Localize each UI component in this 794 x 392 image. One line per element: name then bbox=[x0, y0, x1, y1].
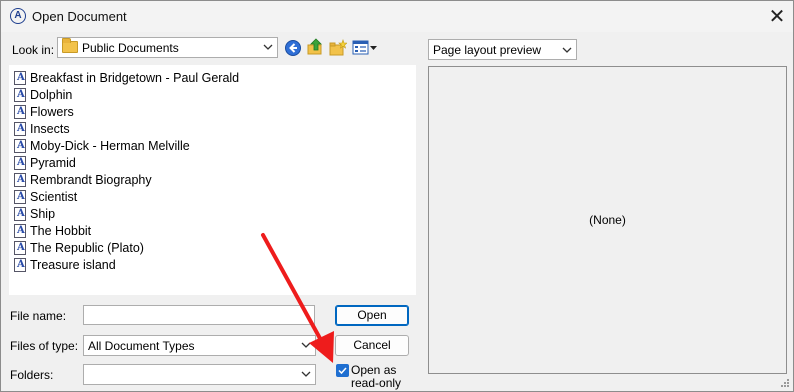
look-in-label: Look in: bbox=[12, 43, 55, 57]
document-icon bbox=[14, 105, 26, 119]
preview-pane: (None) bbox=[428, 66, 787, 374]
title-bar: A Open Document ✕ bbox=[1, 1, 793, 32]
up-folder-icon[interactable] bbox=[306, 38, 324, 56]
document-icon bbox=[14, 258, 26, 272]
file-name-text: Breakfast in Bridgetown - Paul Gerald bbox=[30, 71, 240, 85]
files-of-type-combobox[interactable]: All Document Types bbox=[83, 335, 316, 356]
open-button-label: Open bbox=[357, 308, 387, 322]
document-icon bbox=[14, 71, 26, 85]
file-list[interactable]: Breakfast in Bridgetown - Paul Gerald Dol… bbox=[9, 65, 416, 295]
preview-placeholder: (None) bbox=[589, 213, 626, 227]
chevron-down-icon[interactable] bbox=[301, 338, 311, 352]
folders-combobox[interactable] bbox=[83, 364, 316, 385]
file-name-text: Dolphin bbox=[30, 88, 73, 102]
chevron-down-icon[interactable] bbox=[301, 367, 311, 381]
read-only-label-line2: read-only bbox=[351, 376, 402, 390]
open-document-dialog: A Open Document ✕ Look in: Public Docume… bbox=[0, 0, 794, 392]
new-folder-icon[interactable] bbox=[329, 39, 347, 57]
cancel-button[interactable]: Cancel bbox=[335, 335, 409, 356]
chevron-down-icon[interactable] bbox=[562, 43, 572, 57]
app-icon: A bbox=[10, 8, 26, 24]
file-name-input[interactable] bbox=[83, 305, 315, 325]
preview-mode-value: Page layout preview bbox=[433, 43, 542, 57]
open-read-only-checkbox[interactable] bbox=[336, 364, 349, 377]
files-of-type-label: Files of type: bbox=[10, 339, 79, 353]
back-icon[interactable] bbox=[284, 39, 302, 57]
cancel-button-label: Cancel bbox=[353, 338, 391, 352]
dialog-title: Open Document bbox=[32, 9, 127, 24]
document-icon bbox=[14, 207, 26, 221]
preview-mode-combobox[interactable]: Page layout preview bbox=[428, 39, 577, 60]
file-name-text: The Hobbit bbox=[30, 224, 92, 238]
document-icon bbox=[14, 156, 26, 170]
document-icon bbox=[14, 190, 26, 204]
file-name-text: Ship bbox=[30, 207, 56, 221]
file-name-text: The Republic (Plato) bbox=[30, 241, 144, 255]
chevron-down-icon[interactable] bbox=[263, 40, 273, 54]
file-name-text: Scientist bbox=[30, 190, 78, 204]
file-name-label: File name: bbox=[10, 309, 67, 323]
document-icon bbox=[14, 224, 26, 238]
file-name-text: Rembrandt Biography bbox=[30, 173, 152, 187]
folder-icon bbox=[62, 38, 78, 53]
close-button[interactable]: ✕ bbox=[761, 1, 793, 32]
document-icon bbox=[14, 173, 26, 187]
files-of-type-value: All Document Types bbox=[88, 339, 195, 353]
file-name-text: Moby-Dick - Herman Melville bbox=[30, 139, 190, 153]
open-read-only-label[interactable]: Open as read-only bbox=[351, 364, 401, 390]
resize-grip-icon[interactable] bbox=[780, 378, 790, 388]
open-button[interactable]: Open bbox=[335, 305, 409, 326]
file-name-text: Pyramid bbox=[30, 156, 76, 170]
document-icon bbox=[14, 122, 26, 136]
file-name-text: Treasure island bbox=[30, 258, 116, 272]
folders-label: Folders: bbox=[10, 368, 54, 382]
document-icon bbox=[14, 139, 26, 153]
document-icon bbox=[14, 241, 26, 255]
file-name-text: Flowers bbox=[30, 105, 74, 119]
look-in-combobox[interactable]: Public Documents bbox=[57, 37, 278, 58]
look-in-value: Public Documents bbox=[82, 41, 179, 55]
document-icon bbox=[14, 88, 26, 102]
file-name-text: Insects bbox=[30, 122, 70, 136]
checkmark-icon bbox=[338, 367, 347, 375]
view-menu-icon[interactable] bbox=[352, 39, 378, 57]
